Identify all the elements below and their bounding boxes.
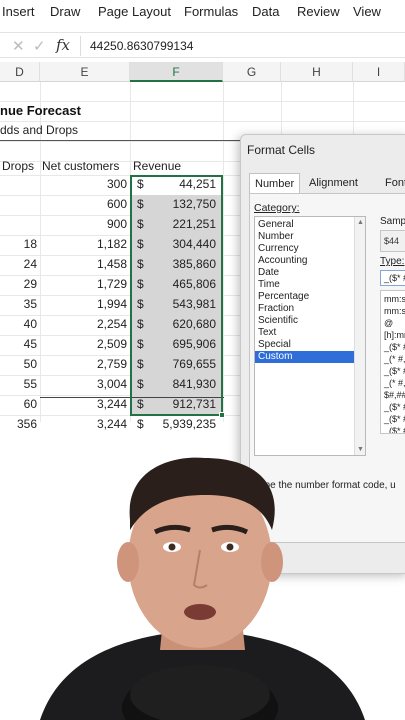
cell-drops[interactable]: 55 bbox=[0, 377, 37, 391]
cell-drops[interactable]: 35 bbox=[0, 297, 37, 311]
format-code-list[interactable]: mm:ssmm:ss@[h]:mm_($* #_(* #,_($* #_(* #… bbox=[380, 290, 405, 434]
sample-label: Samp bbox=[380, 216, 405, 227]
format-code-item[interactable]: _($* # bbox=[384, 425, 405, 433]
cell-net-customers[interactable]: 2,759 bbox=[40, 357, 127, 371]
formula-bar: ✕ ✓ fx 44250.8630799134 bbox=[0, 32, 405, 58]
subtitle-underline bbox=[0, 140, 240, 141]
tab-view[interactable]: View bbox=[353, 4, 381, 19]
ribbon-tabs: Insert Draw Page Layout Formulas Data Re… bbox=[0, 0, 405, 26]
format-code-item[interactable]: _(* #, bbox=[384, 353, 405, 365]
format-code-item[interactable]: _($* # bbox=[384, 413, 405, 425]
close-icon[interactable]: ✕ bbox=[12, 37, 25, 55]
check-icon[interactable]: ✓ bbox=[33, 37, 46, 55]
column-header-h[interactable]: H bbox=[281, 62, 353, 82]
format-code-item[interactable]: _($* # bbox=[384, 341, 405, 353]
header-drops: Drops bbox=[2, 159, 35, 173]
presenter-webcam-image bbox=[40, 457, 365, 720]
sample-preview: $44 bbox=[380, 230, 405, 252]
category-list[interactable]: General Number Currency Accounting Date Time P… bbox=[254, 216, 366, 456]
formula-input[interactable]: 44250.8630799134 bbox=[90, 39, 193, 53]
type-input[interactable]: _($* # bbox=[380, 270, 405, 286]
cell-net-customers[interactable]: 1,458 bbox=[40, 257, 127, 271]
tab-insert[interactable]: Insert bbox=[2, 4, 35, 19]
format-code-item[interactable]: mm:ss bbox=[384, 305, 405, 317]
cell-net-customers[interactable]: 3,244 bbox=[40, 417, 127, 431]
tab-page-layout[interactable]: Page Layout bbox=[98, 4, 171, 19]
dialog-title: Format Cells bbox=[247, 143, 316, 157]
sheet-title: nue Forecast bbox=[0, 103, 81, 118]
column-header-i[interactable]: I bbox=[353, 62, 405, 82]
cell-net-customers[interactable]: 3,244 bbox=[40, 397, 127, 411]
tab-data[interactable]: Data bbox=[252, 4, 279, 19]
sheet-subtitle: dds and Drops bbox=[0, 123, 79, 137]
cell-drops[interactable]: 60 bbox=[0, 397, 37, 411]
category-item-custom[interactable]: Custom bbox=[255, 351, 355, 363]
cell-drops[interactable]: 18 bbox=[0, 237, 37, 251]
format-code-item[interactable]: [h]:mm bbox=[384, 329, 405, 341]
category-item-number[interactable]: Number bbox=[255, 231, 355, 243]
format-code-item[interactable]: _($* # bbox=[384, 365, 405, 377]
column-header-e[interactable]: E bbox=[40, 62, 130, 82]
fx-icon[interactable]: fx bbox=[56, 36, 70, 54]
cell-net-customers[interactable]: 1,994 bbox=[40, 297, 127, 311]
cell-net-customers[interactable]: 900 bbox=[40, 217, 127, 231]
cell-drops[interactable]: 40 bbox=[0, 317, 37, 331]
formula-bar-divider bbox=[80, 36, 81, 56]
category-item-fraction[interactable]: Fraction bbox=[255, 303, 355, 315]
cell-drops[interactable]: 45 bbox=[0, 337, 37, 351]
header-revenue: Revenue bbox=[133, 159, 182, 173]
column-header-g[interactable]: G bbox=[223, 62, 281, 82]
cell-drops[interactable]: 29 bbox=[0, 277, 37, 291]
cell-net-customers[interactable]: 2,509 bbox=[40, 337, 127, 351]
tab-review[interactable]: Review bbox=[297, 4, 340, 19]
category-item-special[interactable]: Special bbox=[255, 339, 355, 351]
cell-currency-symbol[interactable]: $ bbox=[137, 417, 147, 431]
format-code-item[interactable]: mm:ss bbox=[384, 293, 405, 305]
tab-alignment[interactable]: Alignment bbox=[304, 173, 363, 193]
cell-drops[interactable]: 356 bbox=[0, 417, 37, 431]
tab-draw[interactable]: Draw bbox=[50, 4, 80, 19]
type-label: Type: bbox=[380, 256, 405, 267]
cell-net-customers[interactable]: 3,004 bbox=[40, 377, 127, 391]
category-item-scientific[interactable]: Scientific bbox=[255, 315, 355, 327]
format-code-item[interactable]: @ bbox=[384, 317, 393, 329]
header-net-customers: Net customers bbox=[42, 159, 120, 173]
category-item-percentage[interactable]: Percentage bbox=[255, 291, 355, 303]
cell-revenue[interactable]: 5,939,235 bbox=[148, 417, 216, 431]
category-item-accounting[interactable]: Accounting bbox=[255, 255, 355, 267]
category-item-time[interactable]: Time bbox=[255, 279, 355, 291]
tab-formulas[interactable]: Formulas bbox=[184, 4, 238, 19]
category-label: Category: bbox=[254, 202, 300, 214]
format-code-item[interactable]: _($* # bbox=[384, 401, 405, 413]
cell-net-customers[interactable]: 300 bbox=[40, 177, 127, 191]
category-item-general[interactable]: General bbox=[255, 219, 355, 231]
cell-drops[interactable]: 24 bbox=[0, 257, 37, 271]
selection-border bbox=[130, 175, 223, 416]
tab-font[interactable]: Font bbox=[380, 173, 405, 193]
category-scrollbar[interactable]: ▲ ▼ bbox=[354, 217, 365, 455]
format-code-item[interactable]: $#,## bbox=[384, 389, 405, 401]
cell-net-customers[interactable]: 600 bbox=[40, 197, 127, 211]
category-item-date[interactable]: Date bbox=[255, 267, 355, 279]
column-header-f[interactable]: F bbox=[130, 62, 223, 82]
format-code-item[interactable]: _(* #, bbox=[384, 377, 405, 389]
cell-net-customers[interactable]: 1,182 bbox=[40, 237, 127, 251]
column-header-d[interactable]: D bbox=[0, 62, 40, 82]
tab-number[interactable]: Number bbox=[249, 173, 301, 193]
scroll-up-icon[interactable]: ▲ bbox=[357, 219, 364, 226]
cell-net-customers[interactable]: 2,254 bbox=[40, 317, 127, 331]
cell-net-customers[interactable]: 1,729 bbox=[40, 277, 127, 291]
fill-handle[interactable] bbox=[219, 412, 225, 418]
category-item-text[interactable]: Text bbox=[255, 327, 355, 339]
cell-drops[interactable]: 50 bbox=[0, 357, 37, 371]
dialog-tabs: Number Alignment Font bbox=[249, 173, 405, 193]
category-item-currency[interactable]: Currency bbox=[255, 243, 355, 255]
